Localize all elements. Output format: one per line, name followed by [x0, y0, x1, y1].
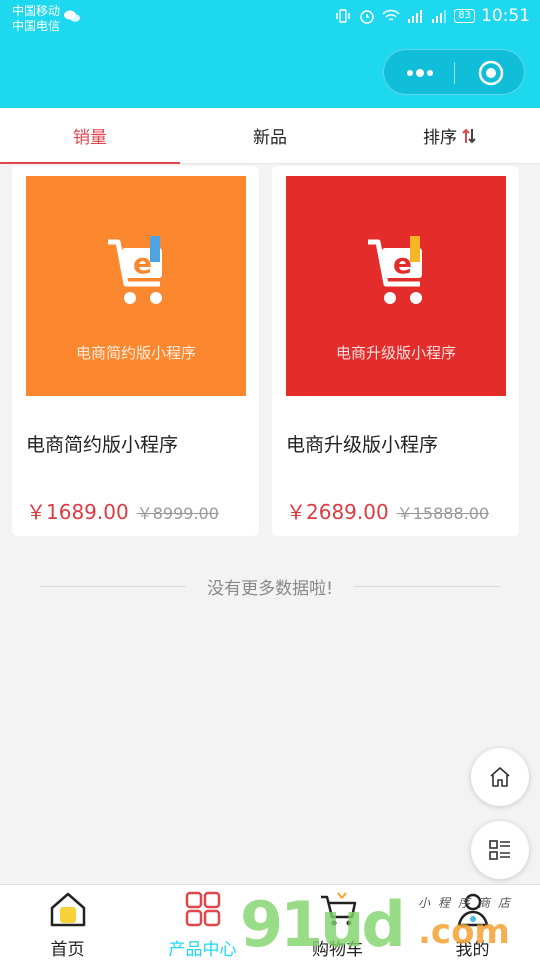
nav-products-label: 产品中心: [168, 940, 237, 960]
home-icon: [50, 892, 85, 927]
home-icon: [490, 767, 510, 787]
alarm-icon: [360, 10, 375, 24]
clock: 10:51: [481, 6, 530, 26]
nav-home[interactable]: 首页: [0, 885, 135, 960]
grid-icon: [185, 891, 220, 927]
product-card[interactable]: e 电商简约版小程序 电商简约版小程序 ￥1689.00 ￥8999.00: [12, 166, 259, 536]
product-price: ￥2689.00 ￥15888.00: [286, 496, 489, 525]
original-price: ￥8999.00: [136, 504, 219, 523]
wechat-icon: [64, 10, 80, 22]
battery-indicator: 83: [454, 9, 475, 23]
original-price: ￥15888.00: [396, 504, 490, 523]
header: 中国移动 中国电信 83 10:51: [0, 0, 540, 108]
product-image[interactable]: e 电商简约版小程序: [26, 176, 246, 396]
shopping-cart-icon: e: [368, 236, 422, 304]
vibrate-icon: [336, 9, 351, 23]
current-price: ￥2689.00: [286, 500, 389, 524]
close-miniprogram-icon[interactable]: [478, 60, 504, 86]
tab-new-label: 新品: [253, 128, 287, 148]
product-image[interactable]: e 电商升级版小程序: [286, 176, 506, 396]
product-image-caption: 电商升级版小程序: [335, 344, 456, 362]
carrier-info: 中国移动 中国电信: [12, 4, 60, 34]
product-price: ￥1689.00 ￥8999.00: [26, 496, 219, 525]
nav-home-label: 首页: [50, 940, 85, 960]
carrier-1: 中国移动: [12, 4, 61, 18]
shopping-cart-icon: e: [108, 236, 162, 304]
watermark-small: 小程序商店: [418, 896, 519, 910]
watermark-main: 91ud: [240, 888, 406, 960]
watermark-com: .com: [418, 912, 510, 952]
sort-tabs: 销量 新品 排序: [0, 108, 540, 164]
tab-sales[interactable]: 销量: [0, 108, 180, 164]
watermark-logo: 91ud 小程序商店 .com: [240, 888, 540, 960]
sort-icon: [462, 128, 476, 143]
product-image-caption: 电商简约版小程序: [75, 344, 196, 362]
status-bar-right: 83 10:51: [334, 6, 530, 26]
miniprogram-capsule: [383, 49, 525, 95]
tab-sort-label: 排序: [423, 128, 457, 148]
signal-4g-icon: [432, 10, 447, 23]
tab-sort[interactable]: 排序: [360, 108, 540, 163]
signal-icon: [408, 10, 423, 23]
product-name[interactable]: 电商简约版小程序: [26, 430, 178, 457]
wifi-icon: [382, 9, 400, 21]
float-menu-button[interactable]: [471, 821, 529, 879]
tab-new[interactable]: 新品: [180, 108, 360, 163]
list-icon: [489, 840, 510, 860]
svg-text:e: e: [393, 247, 412, 280]
product-name[interactable]: 电商升级版小程序: [286, 430, 438, 457]
svg-text:e: e: [133, 247, 152, 280]
float-home-button[interactable]: [471, 748, 529, 806]
end-divider-right: [354, 586, 500, 587]
product-card[interactable]: e 电商升级版小程序 电商升级版小程序 ￥2689.00 ￥15888.00: [272, 166, 519, 536]
capsule-divider: [454, 62, 455, 84]
more-icon[interactable]: [402, 64, 438, 82]
current-price: ￥1689.00: [26, 500, 129, 524]
carrier-2: 中国电信: [12, 19, 61, 33]
tab-sales-label: 销量: [73, 128, 107, 148]
